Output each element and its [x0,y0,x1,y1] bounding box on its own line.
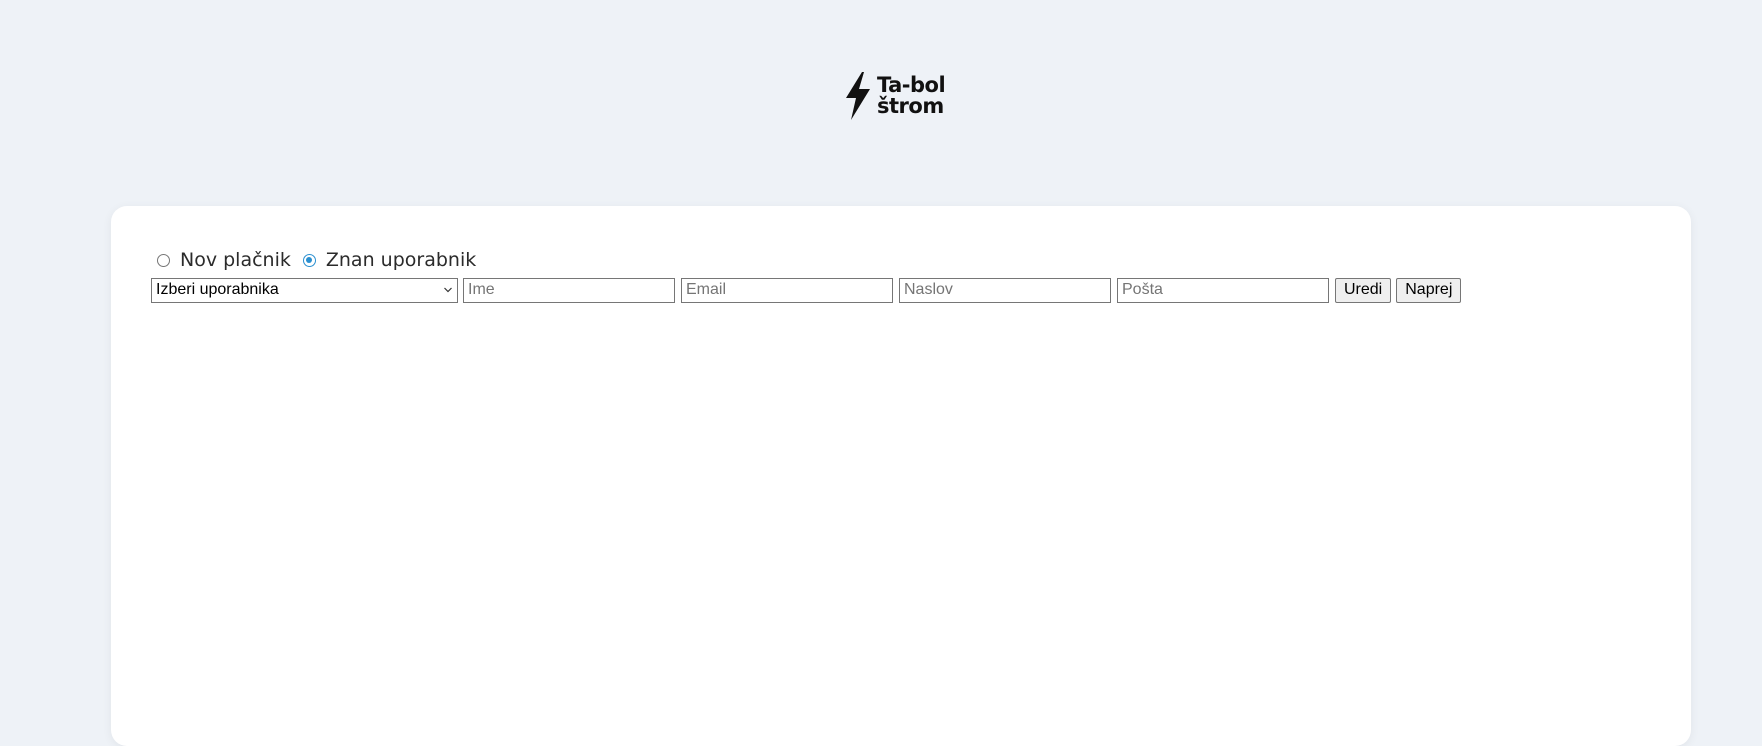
radio-known-user-label[interactable]: Znan uporabnik [326,249,476,271]
brand-name: Ta-bol štrom [877,73,946,118]
chevron-down-icon [444,287,452,292]
email-input[interactable] [681,277,893,303]
user-select[interactable]: Izberi uporabnika [151,277,458,303]
lightning-bolt-icon [846,72,870,120]
user-select-value: Izberi uporabnika [156,281,279,298]
brand-name-line-1: Ta-bol [877,73,946,97]
radio-new-payer[interactable] [157,253,170,267]
next-button[interactable]: Naprej [1396,277,1462,303]
address-input[interactable] [899,277,1111,303]
radio-new-payer-label[interactable]: Nov plačnik [180,249,291,271]
brand-logo: Ta-bol štrom [843,72,946,120]
post-input[interactable] [1117,277,1329,303]
user-form: Izberi uporabnika Uredi Naprej [151,277,1466,303]
radio-known-user[interactable] [302,253,316,267]
edit-button[interactable]: Uredi [1335,277,1392,303]
name-input[interactable] [463,277,675,303]
brand-name-line-2: štrom [877,94,944,118]
payer-type-group: Nov plačnik Znan uporabnik [157,247,488,273]
